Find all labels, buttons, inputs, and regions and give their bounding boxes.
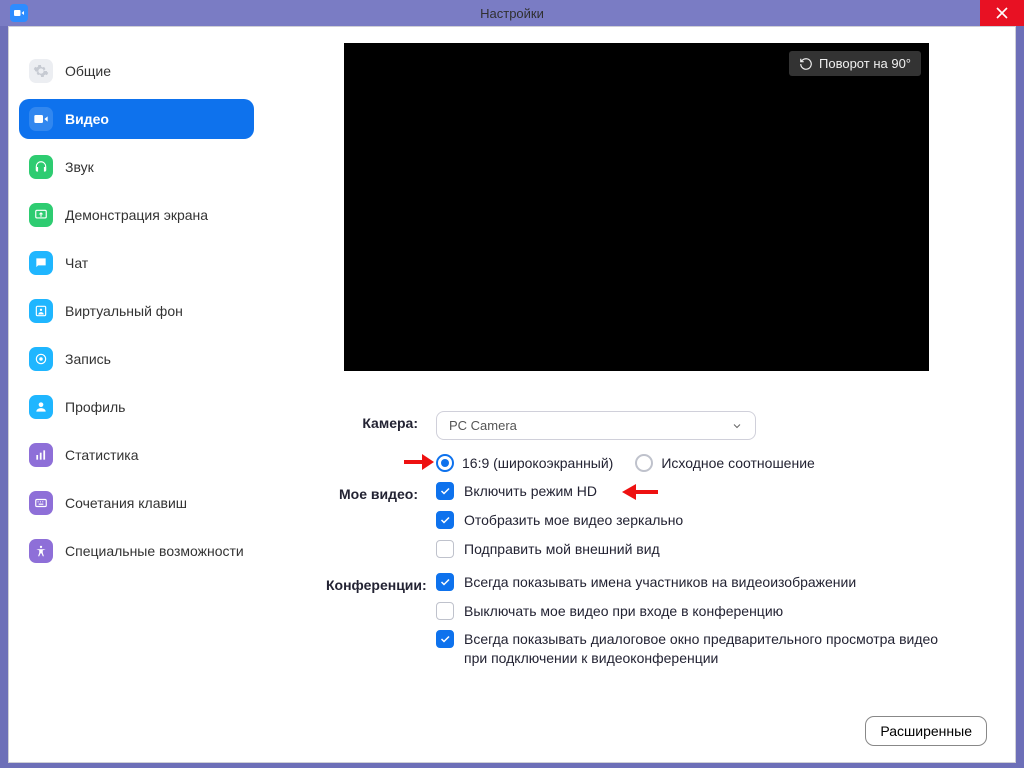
sidebar-item-keyboard-shortcuts[interactable]: Сочетания клавиш <box>19 483 254 523</box>
aspect-ratio-wide-label: 16:9 (широкоэкранный) <box>462 455 613 471</box>
touchup-option[interactable]: Подправить мой внешний вид <box>436 540 987 559</box>
checkbox-icon[interactable] <box>436 540 454 558</box>
aspect-ratio-wide-option[interactable]: 16:9 (широкоэкранный) <box>436 454 613 472</box>
title-bar: Настройки <box>0 0 1024 26</box>
app-icon <box>10 4 28 22</box>
checkbox-checked-icon[interactable] <box>436 511 454 529</box>
sidebar-item-label: Демонстрация экрана <box>65 207 208 223</box>
meetings-off-join-label: Выключать мое видео при входе в конферен… <box>464 602 783 621</box>
video-preview: Поворот на 90° <box>344 43 929 371</box>
headphones-icon <box>29 155 53 179</box>
sidebar-item-chat[interactable]: Чат <box>19 243 254 283</box>
annotation-arrow-icon <box>402 452 436 472</box>
close-button[interactable] <box>980 0 1024 26</box>
sidebar-item-share-screen[interactable]: Демонстрация экрана <box>19 195 254 235</box>
sidebar-item-label: Профиль <box>65 399 125 415</box>
window-title: Настройки <box>480 6 544 21</box>
checkbox-checked-icon[interactable] <box>436 630 454 648</box>
settings-window: Общие Видео Звук Демонстрация экрана Чат <box>8 26 1016 763</box>
footer: Расширенные <box>286 702 987 746</box>
gear-icon <box>29 59 53 83</box>
checkbox-checked-icon[interactable] <box>436 573 454 591</box>
touchup-label: Подправить мой внешний вид <box>464 540 660 559</box>
radio-icon[interactable] <box>635 454 653 472</box>
my-video-label: Мое видео: <box>326 482 436 502</box>
checkbox-icon[interactable] <box>436 602 454 620</box>
meetings-row: Конференции: Всегда показывать имена уча… <box>326 573 987 669</box>
virtual-bg-icon <box>29 299 53 323</box>
meetings-label: Конференции: <box>326 573 436 593</box>
mirror-label: Отобразить мое видео зеркально <box>464 511 683 530</box>
meetings-names-label: Всегда показывать имена участников на ви… <box>464 573 856 592</box>
sidebar-item-label: Специальные возможности <box>65 543 244 559</box>
sidebar-item-label: Виртуальный фон <box>65 303 183 319</box>
sidebar-item-label: Запись <box>65 351 111 367</box>
rotate-button[interactable]: Поворот на 90° <box>789 51 921 76</box>
aspect-ratio-original-label: Исходное соотношение <box>661 455 814 471</box>
sidebar-item-statistics[interactable]: Статистика <box>19 435 254 475</box>
video-icon <box>29 107 53 131</box>
record-icon <box>29 347 53 371</box>
meetings-preview-label: Всегда показывать диалоговое окно предва… <box>464 630 944 668</box>
chevron-down-icon <box>731 420 743 432</box>
chat-icon <box>29 251 53 275</box>
share-screen-icon <box>29 203 53 227</box>
hd-label: Включить режим HD <box>464 482 597 501</box>
stats-icon <box>29 443 53 467</box>
camera-row: Камера: PC Camera 16:9 (широкоэкранный) <box>326 411 987 472</box>
sidebar-item-general[interactable]: Общие <box>19 51 254 91</box>
sidebar-item-label: Видео <box>65 111 109 127</box>
rotate-label: Поворот на 90° <box>819 56 911 71</box>
meetings-preview-option[interactable]: Всегда показывать диалоговое окно предва… <box>436 630 987 668</box>
sidebar-item-label: Звук <box>65 159 94 175</box>
hd-option[interactable]: Включить режим HD <box>436 482 987 501</box>
profile-icon <box>29 395 53 419</box>
advanced-button[interactable]: Расширенные <box>865 716 987 746</box>
my-video-row: Мое видео: Включить режим HD Отобразить … <box>326 482 987 559</box>
camera-selected: PC Camera <box>449 418 517 433</box>
sidebar-item-label: Чат <box>65 255 88 271</box>
sidebar-item-video[interactable]: Видео <box>19 99 254 139</box>
sidebar-item-label: Статистика <box>65 447 139 463</box>
aspect-ratio-original-option[interactable]: Исходное соотношение <box>635 454 814 472</box>
sidebar-item-virtual-background[interactable]: Виртуальный фон <box>19 291 254 331</box>
accessibility-icon <box>29 539 53 563</box>
camera-label: Камера: <box>326 411 436 431</box>
main-content: Поворот на 90° Камера: PC Camera 16 <box>264 27 1015 762</box>
annotation-arrow-icon <box>616 482 660 502</box>
sidebar-item-profile[interactable]: Профиль <box>19 387 254 427</box>
sidebar-item-audio[interactable]: Звук <box>19 147 254 187</box>
camera-select[interactable]: PC Camera <box>436 411 756 440</box>
sidebar-item-label: Сочетания клавиш <box>65 495 187 511</box>
sidebar-item-recording[interactable]: Запись <box>19 339 254 379</box>
mirror-option[interactable]: Отобразить мое видео зеркально <box>436 511 987 530</box>
sidebar-item-accessibility[interactable]: Специальные возможности <box>19 531 254 571</box>
keyboard-icon <box>29 491 53 515</box>
meetings-off-join-option[interactable]: Выключать мое видео при входе в конферен… <box>436 602 987 621</box>
radio-checked-icon[interactable] <box>436 454 454 472</box>
meetings-names-option[interactable]: Всегда показывать имена участников на ви… <box>436 573 987 592</box>
sidebar: Общие Видео Звук Демонстрация экрана Чат <box>9 27 264 762</box>
sidebar-item-label: Общие <box>65 63 111 79</box>
checkbox-checked-icon[interactable] <box>436 482 454 500</box>
